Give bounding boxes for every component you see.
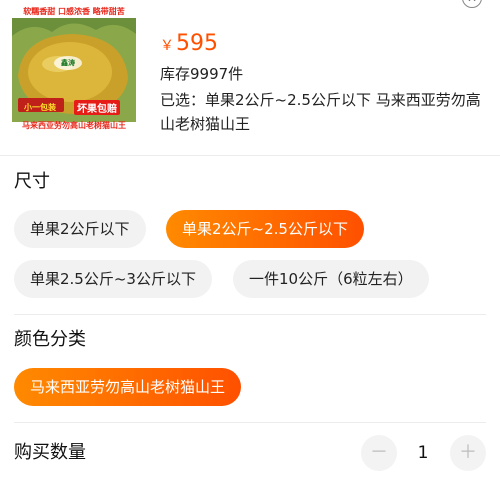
plus-icon: ＋ [459, 442, 477, 463]
product-header: 软糯香甜 口感浓香 略带甜苦 鑫涛 小一包装 坏果包赔 马来西亚劳勿高山老树猫山… [0, 0, 500, 150]
image-top-caption: 软糯香甜 口感浓香 略带甜苦 [23, 7, 125, 16]
image-promo-right: 坏果包赔 [74, 100, 120, 115]
chip-label: 单果2.5公斤~3公斤以下 [30, 270, 196, 288]
color-option-chip-selected[interactable]: 马来西亚劳勿高山老树猫山王 [14, 368, 242, 406]
chip-label: 单果2公斤~2.5公斤以下 [182, 220, 348, 238]
divider [14, 314, 486, 315]
chip-label: 单果2公斤以下 [30, 220, 130, 238]
chip-label: 一件10公斤（6粒左右） [249, 270, 413, 288]
image-promo-left: 小一包装 [24, 103, 56, 112]
minus-icon: － [370, 442, 388, 463]
stock-count: 库存9997件 [160, 65, 244, 83]
size-option-chip[interactable]: 一件10公斤（6粒左右） [233, 260, 429, 298]
quantity-increase-button[interactable]: ＋ [450, 435, 486, 471]
currency-symbol: ￥ [160, 38, 174, 54]
size-option-chip[interactable]: 单果2公斤以下 [14, 210, 146, 248]
size-section-title: 尺寸 [14, 171, 50, 192]
chip-label: 马来西亚劳勿高山老树猫山王 [30, 378, 226, 396]
brand-logo: 鑫涛 [54, 56, 82, 70]
selected-spec-summary: 已选：单果2公斤~2.5公斤以下 马来西亚劳勿高山老树猫山王 [160, 91, 481, 133]
quantity-section-title: 购买数量 [14, 442, 86, 463]
divider [14, 422, 486, 423]
quantity-decrease-button[interactable]: － [361, 435, 397, 471]
quantity-value[interactable]: 1 [408, 442, 438, 464]
divider [0, 155, 500, 156]
price-value: 595 [176, 31, 218, 56]
image-bottom-caption: 马来西亚劳勿高山老树猫山王 [22, 121, 126, 130]
size-option-chip[interactable]: 单果2.5公斤~3公斤以下 [14, 260, 212, 298]
color-section-title: 颜色分类 [14, 329, 86, 350]
size-option-chip-selected[interactable]: 单果2公斤~2.5公斤以下 [166, 210, 364, 248]
product-thumbnail: 软糯香甜 口感浓香 略带甜苦 鑫涛 小一包装 坏果包赔 马来西亚劳勿高山老树猫山… [12, 6, 136, 134]
product-price: ￥595 [160, 30, 218, 60]
